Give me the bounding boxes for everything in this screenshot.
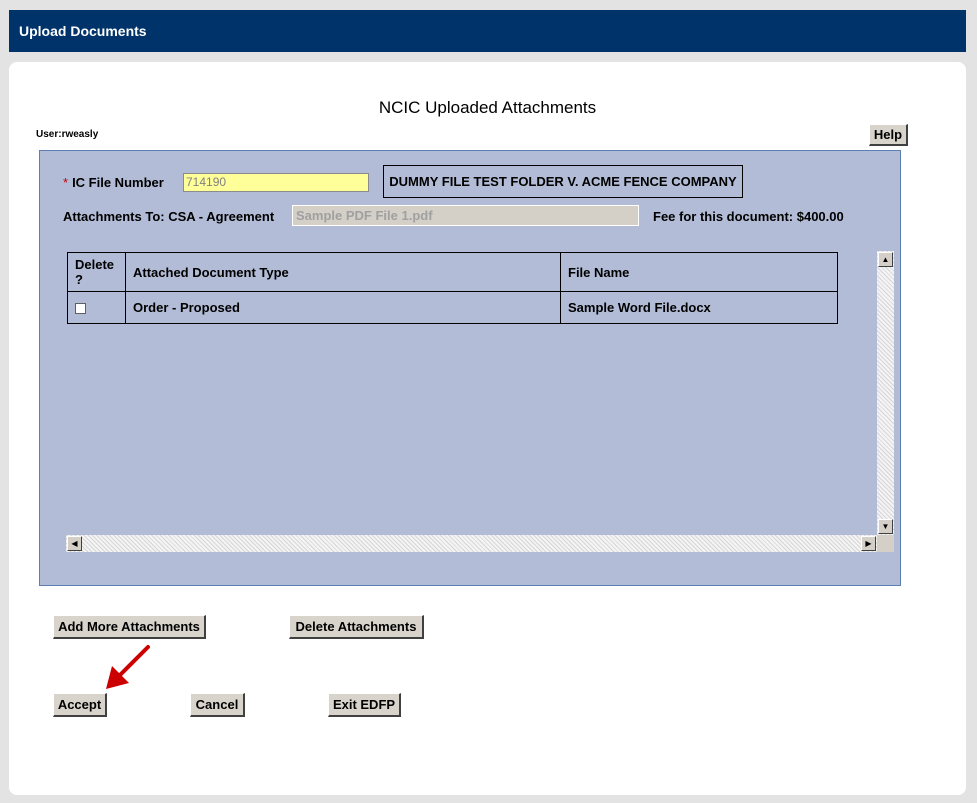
folder-name-box: DUMMY FILE TEST FOLDER V. ACME FENCE COM… (383, 165, 743, 198)
help-button[interactable]: Help (869, 124, 908, 146)
scroll-down-arrow-icon[interactable]: ▼ (878, 519, 893, 534)
attachment-file-input[interactable]: Sample PDF File 1.pdf (292, 205, 639, 226)
attachments-table: Delete ? Attached Document Type File Nam… (67, 252, 838, 324)
main-card: NCIC Uploaded Attachments User:rweasly H… (9, 62, 966, 795)
scroll-right-arrow-icon[interactable]: ▶ (861, 536, 876, 551)
exit-edfp-button[interactable]: Exit EDFP (328, 693, 401, 717)
delete-cell (67, 291, 126, 324)
add-more-attachments-button[interactable]: Add More Attachments (53, 615, 206, 639)
page-title: NCIC Uploaded Attachments (378, 98, 597, 117)
doc-type-column-header: Attached Document Type (125, 252, 561, 292)
doc-type-cell: Order - Proposed (125, 291, 561, 324)
ic-file-label-text: IC File Number (72, 175, 164, 190)
ic-file-number-label: * IC File Number (63, 175, 164, 190)
delete-attachments-button[interactable]: Delete Attachments (289, 615, 424, 639)
window-title: Upload Documents (9, 10, 966, 52)
file-name-cell: Sample Word File.docx (560, 291, 838, 324)
red-pointer-arrow-icon (106, 645, 150, 689)
scroll-up-arrow-icon[interactable]: ▲ (878, 252, 893, 267)
vertical-scrollbar[interactable]: ▲ ▼ (877, 251, 894, 535)
cancel-button[interactable]: Cancel (190, 693, 245, 717)
file-name-column-header: File Name (560, 252, 838, 292)
fee-label: Fee for this document: $400.00 (653, 209, 844, 224)
accept-button[interactable]: Accept (53, 693, 107, 717)
user-label: User:rweasly (36, 129, 99, 140)
attachments-to-label: Attachments To: CSA - Agreement (63, 209, 275, 224)
scroll-left-arrow-icon[interactable]: ◀ (67, 536, 82, 551)
table-row: Order - Proposed Sample Word File.docx (67, 291, 838, 324)
horizontal-scrollbar[interactable]: ◀ ▶ (66, 535, 877, 552)
table-header-row: Delete ? Attached Document Type File Nam… (67, 252, 838, 292)
delete-checkbox[interactable] (75, 303, 86, 315)
delete-column-header: Delete ? (67, 252, 126, 292)
ic-file-number-input[interactable]: 714190 (183, 173, 369, 192)
attachments-panel: * IC File Number 714190 DUMMY FILE TEST F… (39, 150, 901, 586)
required-marker: * (63, 175, 69, 190)
scrollbar-corner (877, 535, 894, 552)
